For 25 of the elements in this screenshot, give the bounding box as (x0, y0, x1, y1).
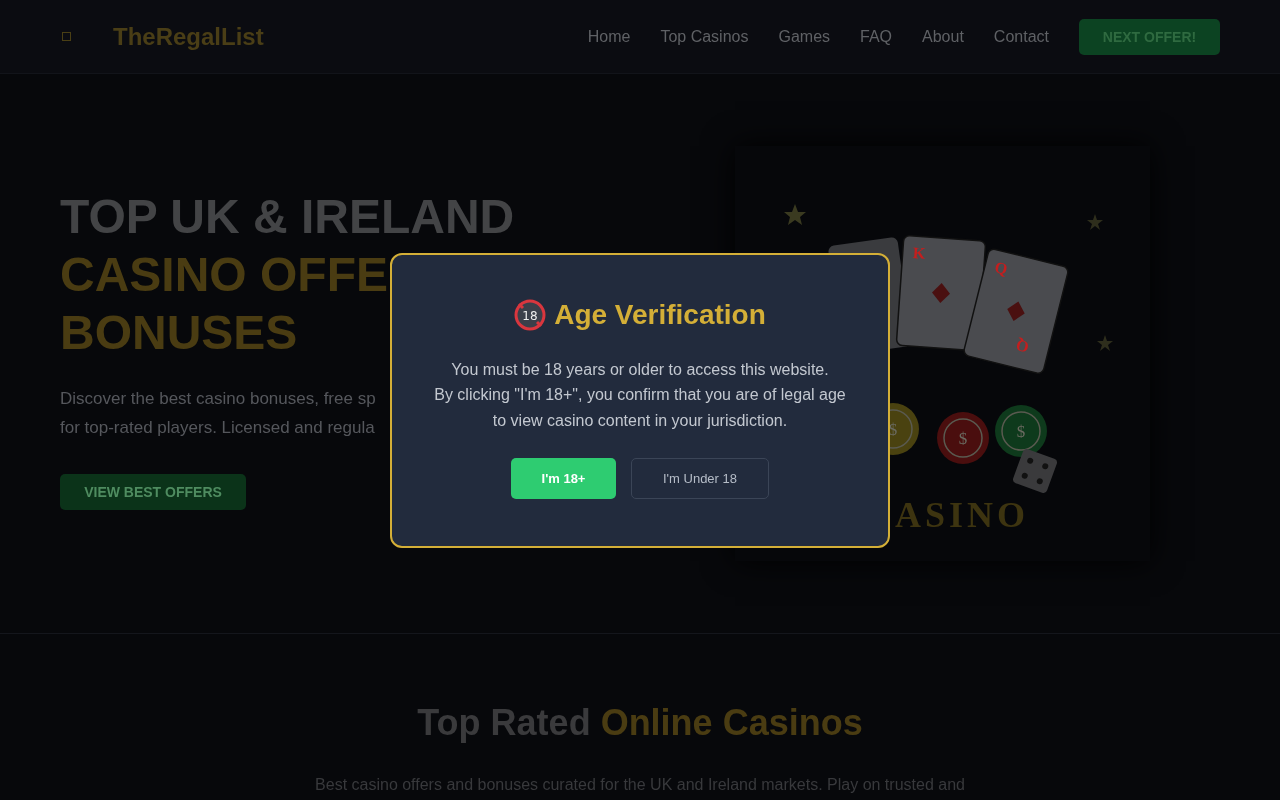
view-offers-button[interactable]: VIEW BEST OFFERS (60, 473, 246, 510)
age-restriction-icon: 18 (514, 298, 547, 331)
under-age-button[interactable]: I'm Under 18 (631, 458, 769, 499)
site-logo-link[interactable]: TheRegalList (113, 22, 264, 51)
nav-link[interactable]: Contact (993, 27, 1049, 46)
nav-link[interactable]: Top Casinos (660, 27, 749, 46)
nav-link[interactable]: About (922, 27, 964, 46)
hero-description: for top-rated players. Licensed and regula (60, 416, 375, 439)
nav-link[interactable]: Games (778, 27, 831, 46)
logo-icon (62, 32, 71, 41)
star-icon (784, 204, 806, 225)
star-icon (1097, 335, 1113, 351)
hero-headline: TOP UK & IRELAND (60, 188, 515, 245)
confirm-age-button[interactable]: I'm 18+ (511, 458, 616, 499)
star-icon (1087, 214, 1103, 230)
poker-chip: $ (995, 405, 1047, 457)
playing-card: Q Q (962, 247, 1070, 376)
nav-link[interactable]: Home (587, 27, 631, 46)
hero-headline: BONUSES (60, 304, 298, 361)
dialog-message: You must be 18 years or older to access this website. By clicking "I'm 18+", you confirm that you are of legal age to view casino content in your jurisdiction. (434, 359, 846, 431)
nav-link[interactable]: FAQ (860, 27, 893, 46)
dialog-title: Age Verification (554, 298, 766, 331)
hero-headline: CASINO OFFE (60, 246, 388, 303)
hero-description: Discover the best casino bonuses, free sp (60, 387, 376, 410)
poker-chip: $ (937, 412, 989, 464)
